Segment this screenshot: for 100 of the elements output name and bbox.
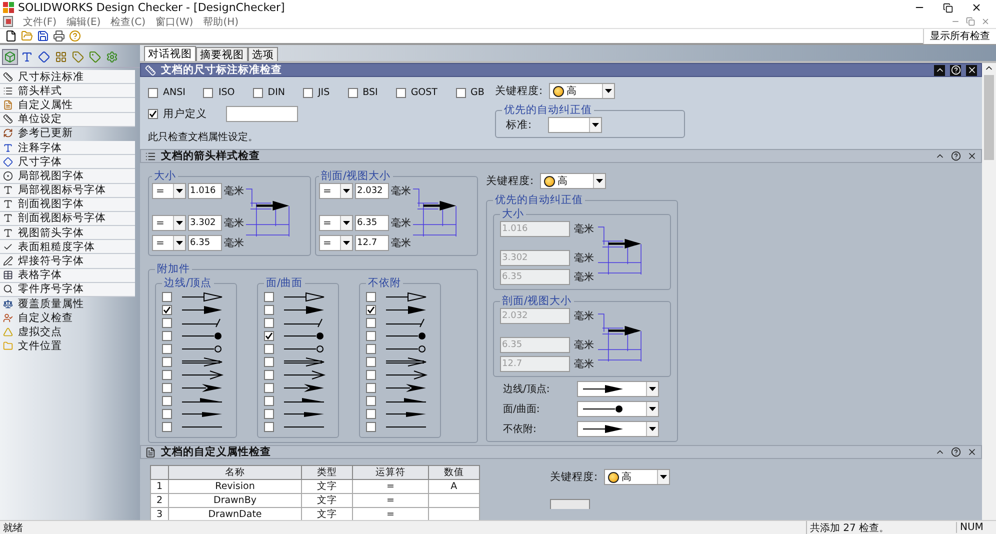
checkbox[interactable] [162, 318, 172, 328]
sidebar-item[interactable]: 虚拟交点 [0, 325, 135, 340]
sidebar-item[interactable]: 表面粗糙度字体 [0, 240, 135, 254]
operator-dropdown[interactable]: = [319, 183, 353, 199]
sidebar-item[interactable]: 表格字体 [0, 268, 135, 283]
close-icon[interactable] [966, 150, 977, 162]
custom-standard-field[interactable] [226, 106, 298, 122]
checkbox[interactable] [348, 88, 358, 98]
checkbox[interactable] [264, 396, 274, 406]
view-tab[interactable]: 摘要视图 [196, 47, 248, 61]
operator-dropdown[interactable]: = [319, 235, 353, 251]
sidebar-item[interactable]: 局部视图字体 [0, 169, 135, 184]
checkbox[interactable] [264, 370, 274, 380]
checkbox[interactable] [396, 88, 406, 98]
value-field[interactable]: 12.7 [355, 235, 389, 251]
checkbox[interactable] [456, 88, 466, 98]
checkbox[interactable] [366, 292, 376, 302]
checkbox[interactable] [264, 382, 274, 392]
arrow-style-dropdown[interactable] [577, 401, 659, 417]
checkbox[interactable] [366, 408, 376, 418]
checkbox[interactable] [203, 88, 214, 98]
operator-dropdown[interactable]: = [152, 235, 186, 251]
collapse-icon[interactable] [934, 64, 945, 76]
sidebar-item[interactable]: 剖面视图字体 [0, 198, 135, 212]
checkbox[interactable] [162, 330, 172, 340]
checkbox[interactable] [264, 408, 274, 418]
close-icon[interactable] [966, 64, 977, 76]
help-icon[interactable] [950, 446, 961, 458]
sidebar-item[interactable]: 注释字体 [0, 140, 135, 156]
sidebar-item[interactable]: 尺寸字体 [0, 155, 135, 170]
menu-item[interactable]: 文件(F) [23, 14, 57, 28]
sidebar-item[interactable]: 局部视图标号字体 [0, 184, 135, 198]
view-tab[interactable]: 对话视图 [144, 46, 196, 61]
checkbox[interactable] [264, 344, 274, 354]
scrollbar-thumb[interactable] [984, 75, 994, 160]
value-field[interactable]: 1.016 [188, 183, 222, 199]
sidebar-item[interactable]: 视图箭头字体 [0, 226, 135, 240]
sidebar-item[interactable]: 焊接符号字体 [0, 254, 135, 269]
arrow-style-dropdown[interactable] [577, 381, 659, 397]
sidebar-item[interactable]: 覆盖质量属性 [0, 297, 135, 312]
checkbox[interactable] [366, 304, 376, 314]
checkbox[interactable] [366, 396, 376, 406]
checkbox[interactable] [366, 370, 376, 380]
checkbox[interactable] [264, 330, 274, 340]
sidebar-item[interactable]: 尺寸标注标准 [0, 70, 135, 84]
printer-icon[interactable] [52, 30, 65, 42]
checkbox[interactable] [162, 396, 172, 406]
action-button[interactable] [550, 499, 590, 509]
show-all-button[interactable]: 显示所有检查 [923, 28, 996, 44]
section-header[interactable]: 文档的自定义属性检查 [140, 445, 982, 459]
checkbox[interactable] [302, 88, 313, 98]
sidebar-tab[interactable] [53, 49, 69, 65]
checkbox[interactable] [162, 382, 172, 392]
restore-icon[interactable] [943, 2, 953, 12]
close-icon[interactable] [966, 446, 977, 458]
view-tab[interactable]: 选项 [248, 47, 278, 61]
close-icon[interactable] [971, 2, 982, 13]
checkbox[interactable] [162, 292, 172, 302]
checkbox[interactable] [366, 356, 376, 366]
severity-dropdown[interactable]: 高 [604, 469, 670, 485]
checkbox[interactable] [162, 370, 172, 380]
save-icon[interactable] [36, 30, 49, 42]
checkbox[interactable] [148, 88, 158, 98]
checkbox[interactable] [366, 344, 376, 354]
checkbox[interactable] [264, 292, 274, 302]
checkbox[interactable] [264, 422, 274, 432]
menu-item[interactable]: 编辑(E) [66, 14, 101, 28]
sidebar-item[interactable]: 文件位置 [0, 340, 135, 354]
checkbox[interactable] [162, 356, 172, 366]
menu-item[interactable]: 帮助(H) [203, 14, 239, 28]
sidebar-item[interactable]: 参考已更新 [0, 126, 135, 141]
checkbox[interactable] [162, 304, 172, 314]
scrollbar[interactable] [982, 63, 996, 520]
checkbox[interactable] [366, 422, 376, 432]
severity-dropdown[interactable]: 高 [540, 173, 606, 189]
checkbox[interactable] [366, 318, 376, 328]
sidebar-tab[interactable] [36, 49, 52, 65]
value-field[interactable]: 6.35 [188, 235, 222, 251]
sidebar-item[interactable]: 箭头样式 [0, 84, 135, 98]
operator-dropdown[interactable]: = [319, 215, 353, 231]
checkbox[interactable] [366, 330, 376, 340]
value-field[interactable]: 2.032 [355, 183, 389, 199]
checkbox[interactable] [252, 88, 263, 98]
operator-dropdown[interactable]: = [152, 183, 186, 199]
checkbox[interactable] [264, 318, 274, 328]
help-icon[interactable] [950, 150, 961, 162]
standard-dropdown[interactable] [548, 117, 602, 133]
menu-item[interactable]: 窗口(W) [155, 14, 194, 28]
severity-dropdown[interactable]: 高 [548, 83, 615, 99]
sidebar-item[interactable]: 零件序号字体 [0, 282, 135, 297]
value-field[interactable]: 6.35 [355, 215, 389, 231]
checkbox[interactable] [264, 356, 274, 366]
checkbox[interactable] [264, 304, 274, 314]
sidebar-item[interactable]: 剖面视图标号字体 [0, 212, 135, 226]
section-header[interactable]: 文档的箭头样式检查 [140, 149, 982, 163]
checkbox[interactable] [162, 344, 172, 354]
checkbox[interactable] [162, 408, 172, 418]
checkbox[interactable] [148, 109, 158, 119]
checkbox[interactable] [162, 422, 172, 432]
operator-dropdown[interactable]: = [152, 215, 186, 231]
